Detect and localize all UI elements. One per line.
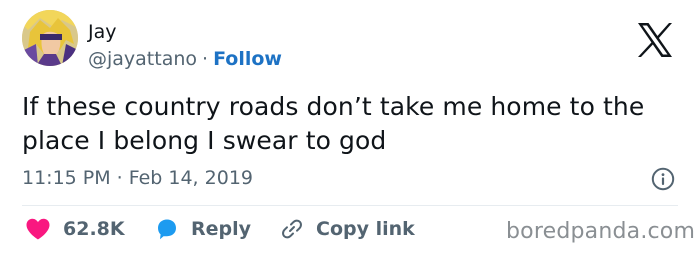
- reply-button[interactable]: Reply: [155, 216, 251, 242]
- separator: ·: [202, 48, 209, 70]
- info-icon[interactable]: [651, 167, 675, 191]
- reply-label: Reply: [191, 218, 252, 240]
- tweet-timestamp[interactable]: 11:15 PM · Feb 14, 2019: [22, 166, 253, 190]
- avatar[interactable]: [22, 10, 78, 66]
- heart-icon: [26, 218, 50, 240]
- user-handle[interactable]: @jayattano: [88, 48, 197, 70]
- handle-row: @jayattano · Follow: [88, 47, 282, 71]
- copy-link-label: Copy link: [316, 218, 415, 240]
- x-logo-icon[interactable]: [636, 22, 674, 58]
- tweet-text: If these country roads don’t take me hom…: [22, 92, 645, 155]
- avatar-image: [22, 10, 78, 66]
- display-name[interactable]: Jay: [88, 20, 117, 44]
- tweet-time[interactable]: 11:15 PM: [22, 167, 111, 189]
- follow-button[interactable]: Follow: [213, 48, 282, 70]
- link-icon: [282, 219, 302, 239]
- watermark: boredpanda.com: [506, 219, 696, 244]
- separator: ·: [116, 167, 123, 189]
- copy-link-button[interactable]: Copy link: [280, 216, 415, 242]
- divider: [22, 205, 678, 206]
- speech-bubble-icon: [158, 219, 176, 240]
- like-button[interactable]: 62.8K: [25, 216, 125, 242]
- like-count: 62.8K: [63, 218, 125, 240]
- tweet-date[interactable]: Feb 14, 2019: [129, 167, 253, 189]
